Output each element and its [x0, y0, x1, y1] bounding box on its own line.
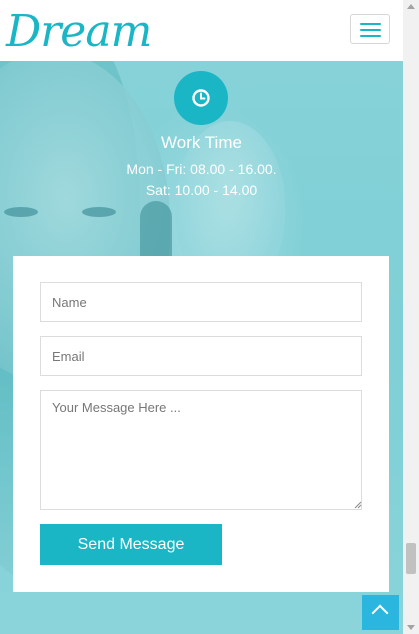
page-scrollbar[interactable]	[403, 0, 419, 634]
send-message-button[interactable]: Send Message	[40, 524, 222, 565]
site-header: Dream	[0, 0, 403, 61]
scroll-up-arrow-icon[interactable]	[407, 4, 415, 9]
work-time-saturday: Sat: 10.00 - 14.00	[145, 182, 258, 198]
scrollbar-thumb[interactable]	[406, 543, 416, 574]
resize-grip-icon[interactable]	[354, 501, 362, 509]
message-textarea[interactable]	[40, 390, 362, 510]
contact-form: Send Message	[13, 256, 389, 592]
work-time-title: Work Time	[161, 133, 242, 152]
hamburger-menu-icon	[360, 23, 381, 25]
site-logo[interactable]: Dream	[6, 4, 152, 60]
back-to-top-button[interactable]	[362, 595, 399, 630]
email-input[interactable]	[40, 336, 362, 376]
clock-icon	[174, 71, 228, 125]
scroll-down-arrow-icon[interactable]	[407, 625, 415, 630]
hamburger-menu-icon-bar	[360, 29, 381, 31]
hamburger-menu-icon-bar	[360, 35, 381, 37]
background-photo-eye	[82, 207, 116, 217]
work-time-weekdays: Mon - Fri: 08.00 - 16.00.	[126, 161, 277, 177]
menu-toggle-button[interactable]	[350, 14, 390, 44]
background-photo-eye	[4, 207, 38, 217]
name-input[interactable]	[40, 282, 362, 322]
chevron-up-icon	[371, 604, 389, 622]
